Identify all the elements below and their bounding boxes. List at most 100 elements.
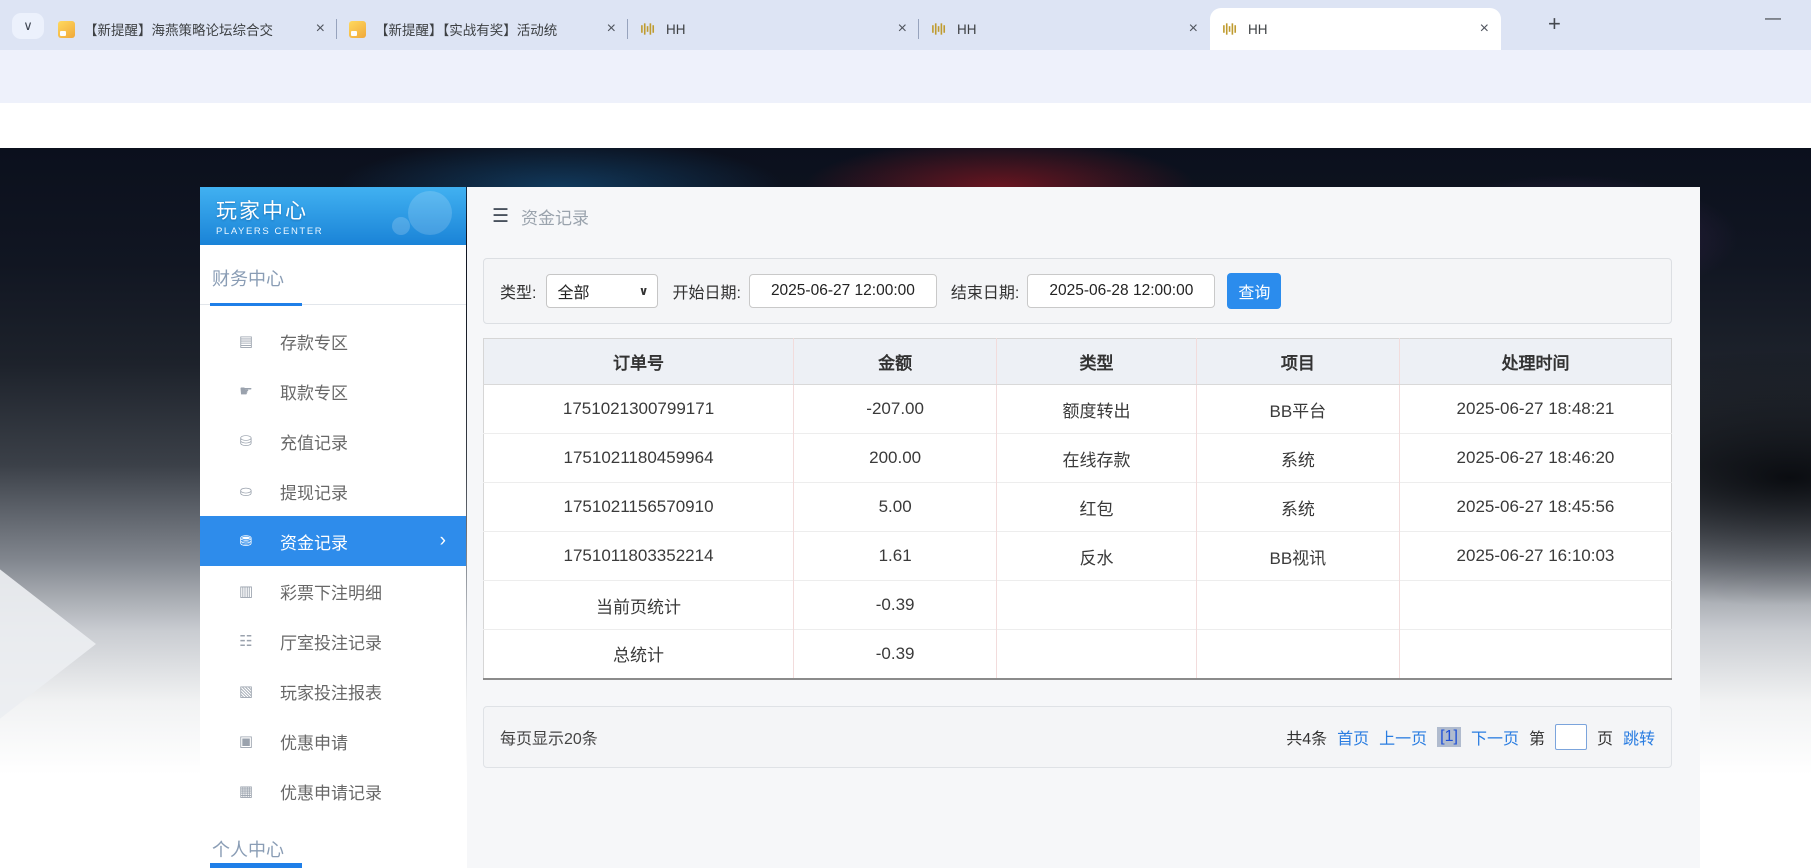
- page-size-text: 每页显示20条: [500, 730, 598, 748]
- browser-tab-3[interactable]: HH ×: [627, 8, 919, 50]
- end-date-input[interactable]: [1027, 274, 1216, 308]
- pagination-bar: 每页显示20条 共4条 首页 上一页 [1] 下一页 第 页 跳转: [483, 705, 1672, 768]
- table-row: 1751021300799171 -207.00 额度转出 BB平台 2025-06-2…: [483, 384, 1672, 434]
- type-select[interactable]: 全部 ∨: [546, 274, 659, 308]
- sidebar-item-label: 存款专区: [280, 333, 348, 353]
- tab-title: 【新提醒】【实战有奖】活动统: [375, 23, 558, 38]
- section-divider: [200, 303, 466, 306]
- table-cell: 1751021156570910: [483, 482, 794, 532]
- table-body: 1751021300799171 -207.00 额度转出 BB平台 2025-06-2…: [483, 384, 1672, 679]
- sidebar-item-label: 资金记录: [280, 533, 348, 553]
- sidebar-item-promo-apply[interactable]: 优惠申请: [200, 716, 466, 766]
- bookmarks-bar: 百度一下: [0, 103, 1811, 243]
- chevron-down-icon: ∨: [638, 284, 649, 298]
- table-row: 当前页统计 -0.39: [483, 580, 1672, 630]
- close-icon[interactable]: ×: [898, 21, 907, 37]
- player-report-icon: [236, 682, 256, 700]
- table-cell: 200.00: [793, 433, 997, 483]
- table-header: 订单号 金额 类型 项目 处理时间: [483, 338, 1672, 385]
- start-date-input[interactable]: [748, 274, 937, 308]
- sidebar-subtitle: PLAYERS CENTER: [216, 226, 324, 237]
- type-select-value: 全部: [557, 285, 590, 302]
- minimize-button[interactable]: —: [1765, 10, 1781, 28]
- table-cell: 2025-06-27 16:10:03: [1398, 531, 1672, 581]
- table-cell: -207.00: [793, 384, 997, 434]
- table-cell: 当前页统计: [483, 580, 794, 630]
- chevron-right-icon: ›: [439, 530, 446, 551]
- table-cell: 总统计: [483, 629, 794, 679]
- sidebar-item-label: 优惠申请记录: [280, 783, 382, 803]
- col-project: 项目: [1195, 338, 1400, 385]
- sidebar-item-label: 提现记录: [280, 483, 348, 503]
- sidebar-section-finance: 财务中心: [212, 269, 284, 289]
- table-row: 1751021180459964 200.00 在线存款 系统 2025-06-27 1…: [483, 433, 1672, 483]
- table-cell: -0.39: [793, 580, 997, 630]
- page-title: 资金记录: [521, 208, 590, 228]
- sidebar-item-deposit-zone[interactable]: 存款专区: [200, 316, 466, 366]
- screen: ∨ 【新提醒】海燕策略论坛综合交 × 【新提醒】【实战有奖】活动统 × HH ×…: [0, 0, 1811, 868]
- close-icon[interactable]: ×: [1189, 21, 1198, 37]
- table-cell: 在线存款: [996, 433, 1197, 483]
- sidebar-item-lottery-bet-detail[interactable]: 彩票下注明细: [200, 566, 466, 616]
- browser-tab-4[interactable]: HH ×: [918, 8, 1210, 50]
- jump-button[interactable]: 跳转: [1623, 725, 1655, 749]
- table-cell: 2025-06-27 18:48:21: [1398, 384, 1672, 434]
- sidebar-header: 玩家中心 PLAYERS CENTER: [200, 187, 466, 245]
- table-cell: BB平台: [1195, 384, 1400, 434]
- hamburger-icon[interactable]: ☰: [492, 205, 509, 228]
- tab-list: 【新提醒】海燕策略论坛综合交 × 【新提醒】【实战有奖】活动统 × HH × H…: [46, 8, 1501, 50]
- sidebar-item-player-bet-report[interactable]: 玩家投注报表: [200, 666, 466, 716]
- forum-yellow-favicon: [349, 20, 366, 38]
- sidebar-item-promo-apply-records[interactable]: 优惠申请记录: [200, 766, 466, 816]
- sidebar-item-hall-bet-records[interactable]: 厅室投注记录: [200, 616, 466, 666]
- jump-page-input[interactable]: [1554, 723, 1587, 750]
- funds-table: 订单号 金额 类型 项目 处理时间 1751021300799171 -207.0…: [483, 338, 1672, 680]
- browser-tab-2[interactable]: 【新提醒】【实战有奖】活动统 ×: [336, 8, 628, 50]
- table-cell: 红包: [996, 482, 1197, 532]
- table-cell: 1751021180459964: [483, 433, 794, 483]
- col-type: 类型: [996, 338, 1197, 385]
- next-page-link[interactable]: 下一页: [1471, 725, 1519, 749]
- search-button[interactable]: 查询: [1227, 273, 1282, 309]
- sidebar-item-withdraw-records[interactable]: 提现记录: [200, 466, 466, 516]
- hall-bet-icon: [236, 632, 256, 650]
- col-amount: 金额: [793, 338, 997, 385]
- table-cell: [1195, 580, 1400, 630]
- jump-prefix-label: 第: [1528, 730, 1545, 748]
- end-date-label: 结束日期:: [950, 285, 1020, 302]
- start-date-label: 开始日期:: [672, 285, 741, 302]
- sidebar-item-recharge-records[interactable]: 充值记录: [200, 416, 466, 466]
- new-tab-button[interactable]: +: [1548, 11, 1561, 37]
- sidebar-item-label: 厅室投注记录: [280, 633, 382, 653]
- prev-page-link[interactable]: 上一页: [1379, 725, 1427, 749]
- funds-record-icon: [236, 532, 256, 550]
- sidebar-item-label: 彩票下注明细: [280, 583, 382, 603]
- table-cell: [1398, 629, 1672, 679]
- tab-title: HH: [666, 21, 686, 37]
- close-icon[interactable]: ×: [316, 21, 325, 37]
- table-cell: [996, 629, 1197, 679]
- browser-tab-5-active[interactable]: HH ×: [1210, 8, 1501, 50]
- sidebar-item-withdraw-zone[interactable]: 取款专区: [200, 366, 466, 416]
- gold-wave-favicon: [1222, 22, 1239, 36]
- gold-wave-favicon: [931, 22, 948, 36]
- background-triangle-decoration: [0, 560, 96, 728]
- tab-title: 【新提醒】海燕策略论坛综合交: [84, 23, 273, 38]
- tab-search-button[interactable]: ∨: [12, 13, 44, 39]
- type-label: 类型:: [500, 285, 537, 302]
- forum-yellow-favicon: [58, 20, 75, 38]
- first-page-link[interactable]: 首页: [1337, 725, 1369, 749]
- table-cell: 5.00: [793, 482, 997, 532]
- table-cell: [996, 580, 1197, 630]
- table-row: 1751011803352214 1.61 反水 BB视讯 2025-06-27 16:…: [483, 531, 1672, 581]
- table-cell: [1398, 580, 1672, 630]
- close-icon[interactable]: ×: [607, 21, 616, 37]
- browser-tab-1[interactable]: 【新提醒】海燕策略论坛综合交 ×: [46, 8, 337, 50]
- close-icon[interactable]: ×: [1480, 21, 1489, 37]
- col-order-id: 订单号: [483, 338, 794, 385]
- content-header: ☰ 资金记录: [467, 187, 1700, 245]
- main-content: ☰ 资金记录 类型: 全部 ∨ 开始日期: 结束日期: 查询 订单号 金额 类型: [467, 187, 1700, 868]
- sidebar-item-funds-records[interactable]: 资金记录 ›: [200, 516, 466, 566]
- promo-record-icon: [236, 782, 256, 800]
- withdraw-record-icon: [236, 482, 256, 500]
